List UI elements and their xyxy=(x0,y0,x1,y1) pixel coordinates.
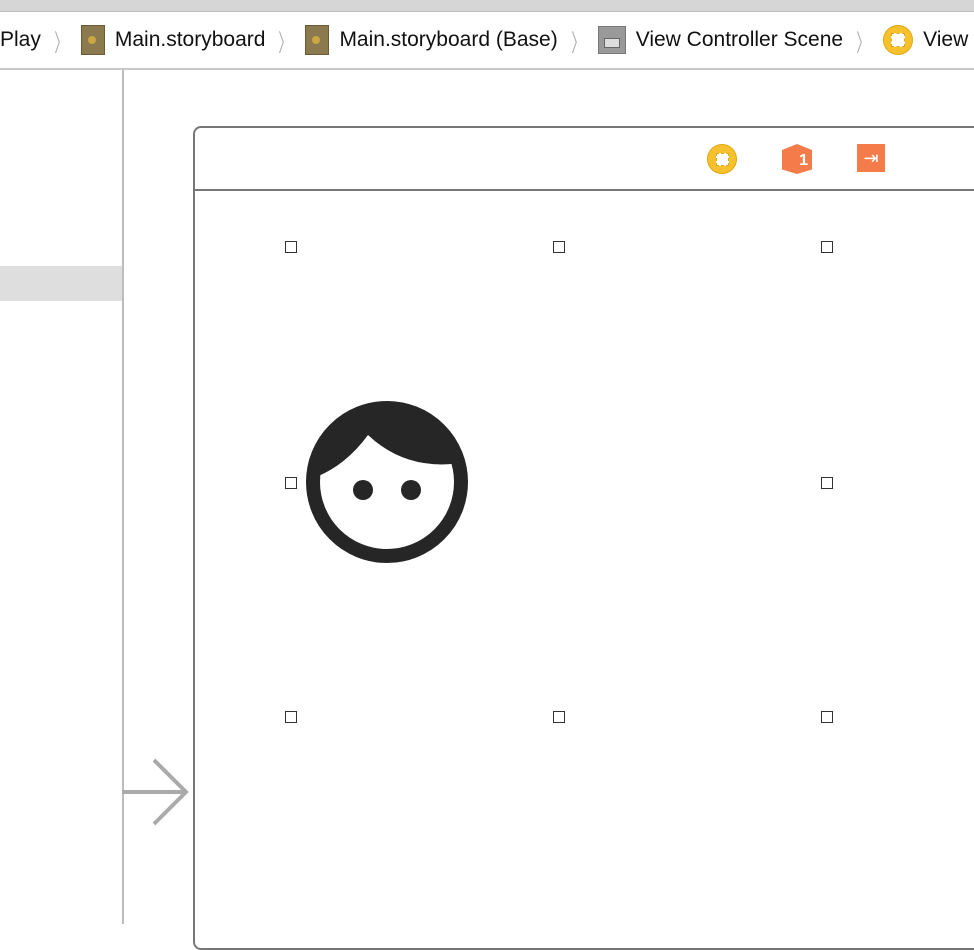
resize-handle[interactable] xyxy=(553,711,565,723)
storyboard-file-icon xyxy=(305,25,330,55)
breadcrumb-item-play[interactable]: Play xyxy=(0,28,41,52)
scene-dock: 1 ⇥ xyxy=(195,128,974,191)
breadcrumb: Play 〉 Main.storyboard 〉 Main.storyboard… xyxy=(0,12,974,70)
face-image-icon[interactable] xyxy=(306,401,468,563)
entry-point-arrow-icon[interactable] xyxy=(122,757,192,827)
breadcrumb-item-view[interactable]: View xyxy=(883,25,968,55)
breadcrumb-item-main-storyboard-base[interactable]: Main.storyboard (Base) xyxy=(305,25,558,55)
chevron-right-icon: 〉 xyxy=(54,29,68,57)
resize-handle[interactable] xyxy=(285,477,297,489)
view-controller-icon xyxy=(883,25,914,55)
first-responder-icon[interactable]: 1 xyxy=(782,144,812,174)
breadcrumb-item-main-storyboard[interactable]: Main.storyboard xyxy=(80,25,266,55)
exit-icon[interactable]: ⇥ xyxy=(857,144,885,172)
breadcrumb-label: Main.storyboard (Base) xyxy=(339,28,558,51)
breadcrumb-label: Play xyxy=(0,28,41,51)
view-controller-icon[interactable] xyxy=(707,144,737,174)
breadcrumb-item-view-controller-scene[interactable]: View Controller Scene xyxy=(597,26,844,54)
window-toolbar-edge xyxy=(0,0,974,12)
resize-handle[interactable] xyxy=(285,241,297,253)
breadcrumb-label: View Controller Scene xyxy=(635,28,844,51)
breadcrumb-label: View xyxy=(923,28,969,51)
resize-handle[interactable] xyxy=(553,241,565,253)
document-outline-panel xyxy=(0,70,124,924)
breadcrumb-label: Main.storyboard xyxy=(114,28,266,51)
chevron-right-icon: 〉 xyxy=(571,29,585,57)
chevron-right-icon: 〉 xyxy=(278,29,293,57)
outline-selected-row[interactable] xyxy=(0,266,122,301)
resize-handle[interactable] xyxy=(821,711,833,723)
resize-handle[interactable] xyxy=(821,241,833,253)
resize-handle[interactable] xyxy=(285,711,297,723)
storyboard-file-icon xyxy=(80,25,105,55)
chevron-right-icon: 〉 xyxy=(856,29,870,57)
resize-handle[interactable] xyxy=(821,477,833,489)
scene-icon xyxy=(597,26,626,54)
